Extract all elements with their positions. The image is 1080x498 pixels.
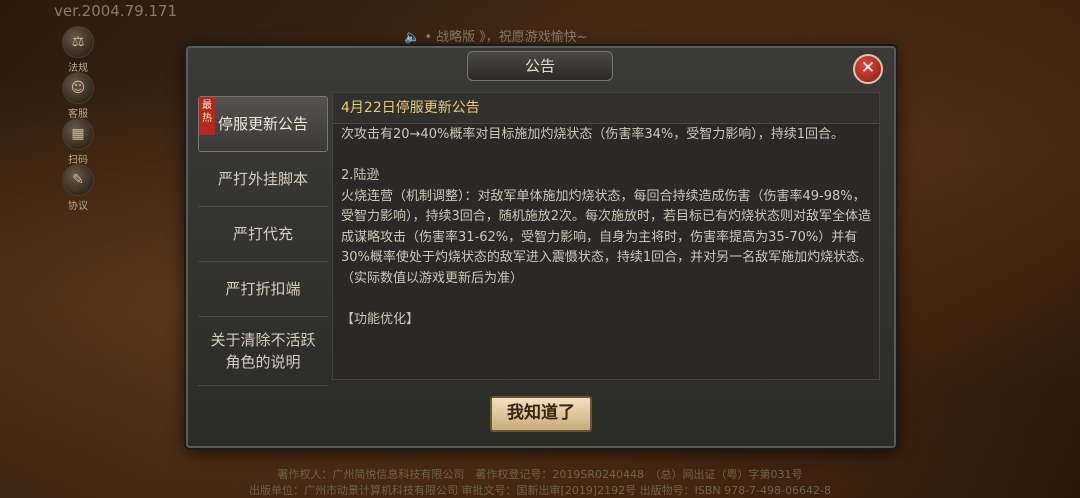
content-body: 次攻击有20→40%概率对目标施加灼烧状态（伤害率34%，受智力影响），持续1回… [341,125,875,330]
agreement-icon: ✎ [62,164,94,196]
marquee-text: 🔈 • 战略版 》，祝愿游戏愉快~ [404,30,588,45]
scan-icon: ▦ [62,118,94,150]
tab-label: 严打外挂脚本 [217,170,308,188]
service-icon: ☺ [62,72,94,104]
close-icon: ✕ [860,58,876,78]
tab-anti-discount[interactable]: 严打折扣端 [198,262,328,317]
hot-badge: 最热 [199,97,215,135]
content-title: 4月22日停服更新公告 [333,93,879,124]
close-button[interactable]: ✕ [853,54,883,84]
tab-anti-recharge[interactable]: 严打代充 [198,207,328,262]
content-line: 2.陆逊 [341,168,380,183]
content-line: 火烧连营（机制调整）：对敌军单体施加灼烧状态，每回合持续造成伤害（伤害率49-9… [341,188,873,266]
side-icon-label: 协议 [68,201,88,212]
tab-list: 最热 停服更新公告 严打外挂脚本 严打代充 严打折扣端 关于清除不活跃角色的说明 [198,96,328,386]
side-icon-agreement[interactable]: ✎ 协议 [58,164,98,212]
side-icon-scan[interactable]: ▦ 扫码 [58,118,98,166]
tab-label: 关于清除不活跃角色的说明 [210,331,316,371]
content-line: 次攻击有20→40%概率对目标施加灼烧状态（伤害率34%，受智力影响），持续1回… [341,127,844,142]
content-panel[interactable]: 4月22日停服更新公告 次攻击有20→40%概率对目标施加灼烧状态（伤害率34%… [332,92,880,380]
law-icon: ⚖ [62,26,94,58]
dialog-title: 公告 [467,51,613,81]
tab-anti-cheat[interactable]: 严打外挂脚本 [198,152,328,207]
tab-label: 严打代充 [232,225,293,243]
version-label: ver.2004.79.171 [54,2,178,20]
tab-label: 严打折扣端 [225,280,301,298]
tab-label: 停服更新公告 [217,115,308,133]
side-icon-service[interactable]: ☺ 客服 [58,72,98,120]
content-line: 【功能优化】 [341,311,420,327]
content-line: （实际数值以游戏更新后为准） [341,270,524,286]
content-line [341,289,875,310]
tab-maintenance-notice[interactable]: 最热 停服更新公告 [198,96,328,152]
side-icon-law[interactable]: ⚖ 法规 [58,26,98,74]
ok-button[interactable]: 我知道了 [490,396,592,432]
footer-line-2: 出版单位：广州市动景计算机科技有限公司 审批文号：国新出审[2019]2192号… [249,484,831,497]
tab-inactive-roles[interactable]: 关于清除不活跃角色的说明 [198,317,328,386]
footer-line-1: 著作权人：广州简悦信息科技有限公司 著作权登记号：2019SR0240448 （… [277,468,803,481]
content-line [341,146,875,167]
